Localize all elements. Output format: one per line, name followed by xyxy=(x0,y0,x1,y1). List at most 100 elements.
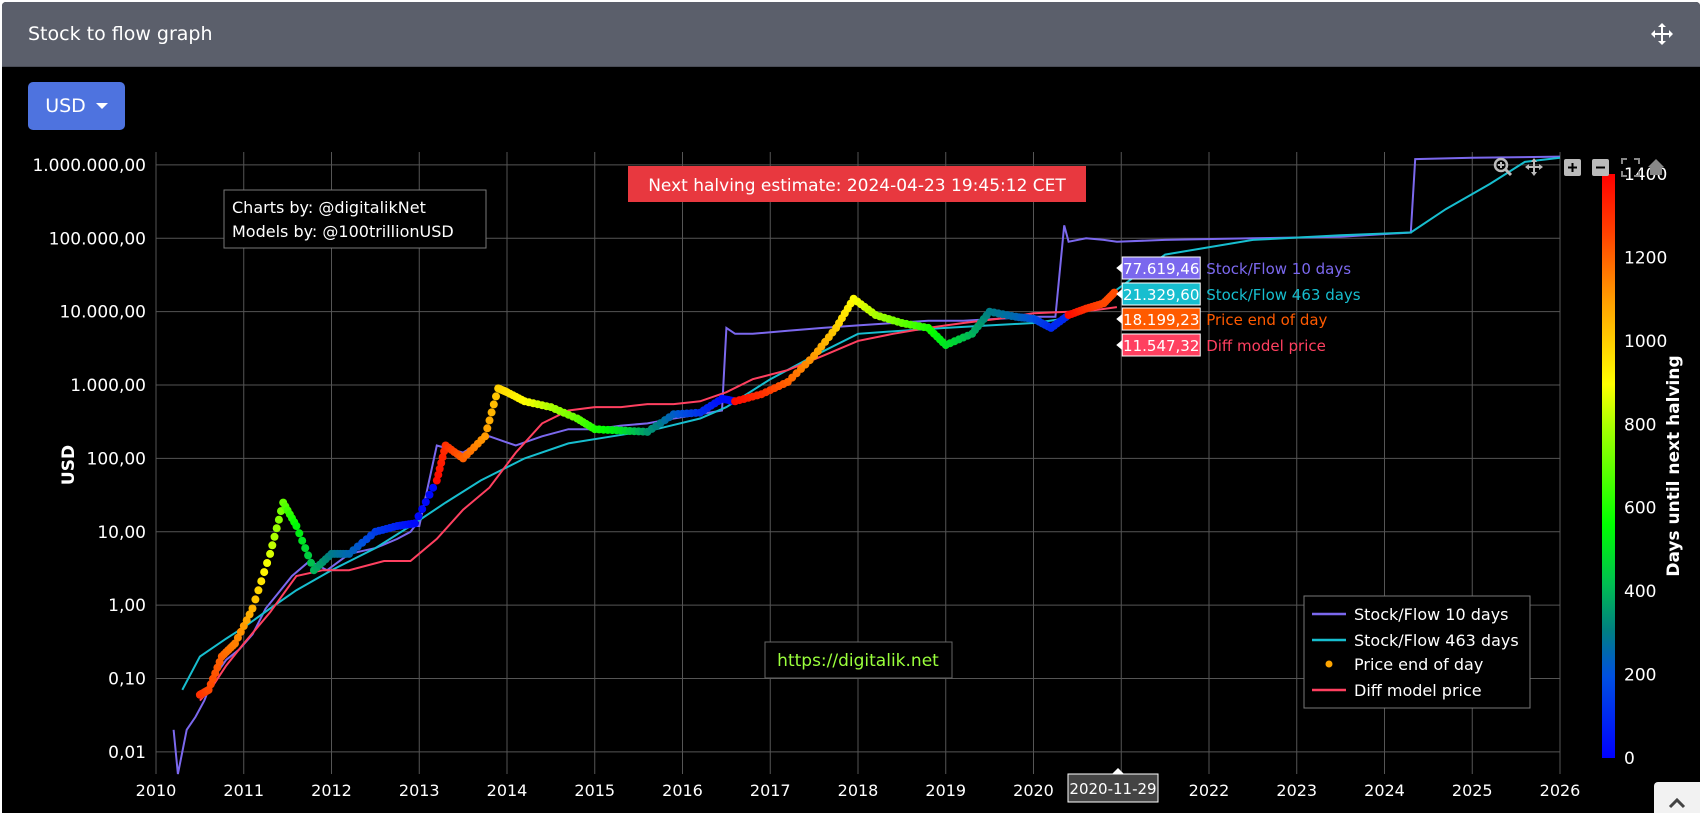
y-tick-label: 10,00 xyxy=(97,523,146,543)
page-edge xyxy=(1700,0,1708,813)
price-marker xyxy=(251,595,260,604)
price-marker xyxy=(257,577,266,586)
y-tick-label: 100.000,00 xyxy=(49,229,146,249)
price-marker xyxy=(263,559,272,567)
hover-series-name: Stock/Flow 463 days xyxy=(1206,286,1361,304)
x-tick-label: 2014 xyxy=(487,781,528,800)
x-tick-label: 2024 xyxy=(1364,781,1405,800)
credits-charts: Charts by: @digitalikNet xyxy=(232,198,426,217)
hover-value: 11.547,32 xyxy=(1123,337,1199,355)
price-marker xyxy=(418,505,427,514)
price-marker xyxy=(485,416,494,425)
website-box: https://digitalik.net xyxy=(764,641,953,679)
colorbar-tick-label: 400 xyxy=(1624,582,1656,602)
price-marker xyxy=(487,408,496,417)
y-tick-label: 0,10 xyxy=(108,670,146,690)
x-tick-label: 2017 xyxy=(750,781,791,800)
price-marker xyxy=(483,424,492,433)
hover-pointer xyxy=(1116,340,1123,350)
home-icon[interactable] xyxy=(1648,159,1664,175)
price-marker xyxy=(266,549,275,558)
x-tick-label: 2010 xyxy=(136,781,177,800)
price-marker xyxy=(489,400,498,409)
y-tick-label: 100,00 xyxy=(87,449,146,469)
series-price xyxy=(195,288,1119,699)
price-marker xyxy=(248,604,257,613)
x-tick-label: 2011 xyxy=(223,781,264,800)
hover-labels: 77.619,46 Stock/Flow 10 days 21.329,60 Stoc… xyxy=(1116,256,1361,357)
price-marker xyxy=(254,586,263,595)
colorbar-tick-label: 600 xyxy=(1624,499,1656,519)
colorbar: 0200400600800100012001400 Days until nex… xyxy=(1602,165,1684,769)
price-marker xyxy=(410,519,419,528)
colorbar-tick-label: 1000 xyxy=(1624,332,1667,352)
x-tick-label: 2012 xyxy=(311,781,352,800)
x-tick-label: 2016 xyxy=(662,781,703,800)
hover-pointer xyxy=(1116,263,1123,273)
chart-panel: Stock to flow graph USD 1.000.000,00 100.… xyxy=(2,2,1700,813)
scroll-top-button[interactable] xyxy=(1654,782,1700,813)
x-tick-label: 2026 xyxy=(1540,781,1581,800)
hover-label: 21.329,60 Stock/Flow 463 days xyxy=(1116,282,1361,306)
credits-box: Charts by: @digitalikNet Models by: @100… xyxy=(223,189,487,249)
zoom-icon[interactable] xyxy=(1493,157,1513,177)
x-tick-label: 2020 xyxy=(1013,781,1054,800)
colorbar-tick-label: 1200 xyxy=(1624,248,1667,268)
price-marker xyxy=(429,483,438,492)
hover-pointer xyxy=(1116,314,1123,324)
y-tick-label: 10.000,00 xyxy=(59,303,146,323)
price-marker xyxy=(492,392,500,401)
price-marker xyxy=(270,532,279,541)
price-marker xyxy=(414,512,423,521)
hover-date-text: 2020-11-29 xyxy=(1069,780,1156,798)
colorbar-tick-label: 0 xyxy=(1624,749,1635,769)
hover-label: 18.199,23 Price end of day xyxy=(1116,307,1328,331)
colorbar-tick-label: 800 xyxy=(1624,415,1656,435)
hover-value: 18.199,23 xyxy=(1123,311,1199,329)
x-tick-label: 2018 xyxy=(838,781,879,800)
y-tick-label: 1.000.000,00 xyxy=(32,156,146,176)
halving-text: Next halving estimate: 2024-04-23 19:45:… xyxy=(648,176,1066,196)
series-diff xyxy=(199,306,1118,702)
x-tick-label: 2019 xyxy=(925,781,966,800)
stock-to-flow-chart[interactable]: 1.000.000,00 100.000,00 10.000,00 1.000,00 1… xyxy=(2,2,1700,813)
price-marker xyxy=(304,551,313,560)
price-marker xyxy=(272,524,281,533)
hover-value: 77.619,46 xyxy=(1123,260,1199,278)
x-tick-label: 2025 xyxy=(1452,781,1493,800)
price-marker xyxy=(298,536,307,545)
price-marker xyxy=(301,544,310,553)
legend-item-diff[interactable]: Diff model price xyxy=(1354,681,1482,700)
x-tick-label: 2015 xyxy=(574,781,615,800)
x-tick-label: 2023 xyxy=(1276,781,1317,800)
y-axis-label: USD xyxy=(59,445,79,485)
legend-item-sf463[interactable]: Stock/Flow 463 days xyxy=(1354,631,1519,650)
price-marker xyxy=(425,490,434,499)
legend-item-sf10[interactable]: Stock/Flow 10 days xyxy=(1354,605,1509,624)
hover-series-name: Stock/Flow 10 days xyxy=(1206,260,1351,278)
x-tick-label: 2022 xyxy=(1189,781,1230,800)
zoom-in-icon[interactable] xyxy=(1564,159,1581,176)
hover-value: 21.329,60 xyxy=(1123,286,1199,304)
hover-date: 2020-11-29 xyxy=(1067,768,1159,803)
halving-banner: Next halving estimate: 2024-04-23 19:45:… xyxy=(628,166,1086,202)
price-marker xyxy=(1110,288,1119,297)
colorbar-tick-label: 200 xyxy=(1624,666,1656,686)
legend: Stock/Flow 10 days Stock/Flow 463 days P… xyxy=(1303,595,1531,709)
y-tick-label: 0,01 xyxy=(108,743,146,763)
chevron-up-icon xyxy=(1668,797,1686,809)
price-marker xyxy=(481,432,490,441)
zoom-out-icon[interactable] xyxy=(1592,159,1609,176)
credits-models: Models by: @100trillionUSD xyxy=(232,222,454,241)
colorbar-title: Days until next halving xyxy=(1664,355,1684,576)
y-tick-label: 1,00 xyxy=(108,596,146,616)
price-marker xyxy=(292,522,301,530)
x-axis: 2010 2011 2012 2013 2014 2015 2016 2017 2018 2019… xyxy=(136,781,1581,800)
website-link[interactable]: https://digitalik.net xyxy=(777,651,939,671)
hover-series-name: Price end of day xyxy=(1206,311,1327,329)
hover-series-name: Diff model price xyxy=(1206,337,1326,355)
legend-item-price[interactable]: Price end of day xyxy=(1354,655,1483,674)
price-marker xyxy=(274,515,283,524)
hover-label: 77.619,46 Stock/Flow 10 days xyxy=(1116,256,1351,280)
y-tick-label: 1.000,00 xyxy=(70,376,146,396)
